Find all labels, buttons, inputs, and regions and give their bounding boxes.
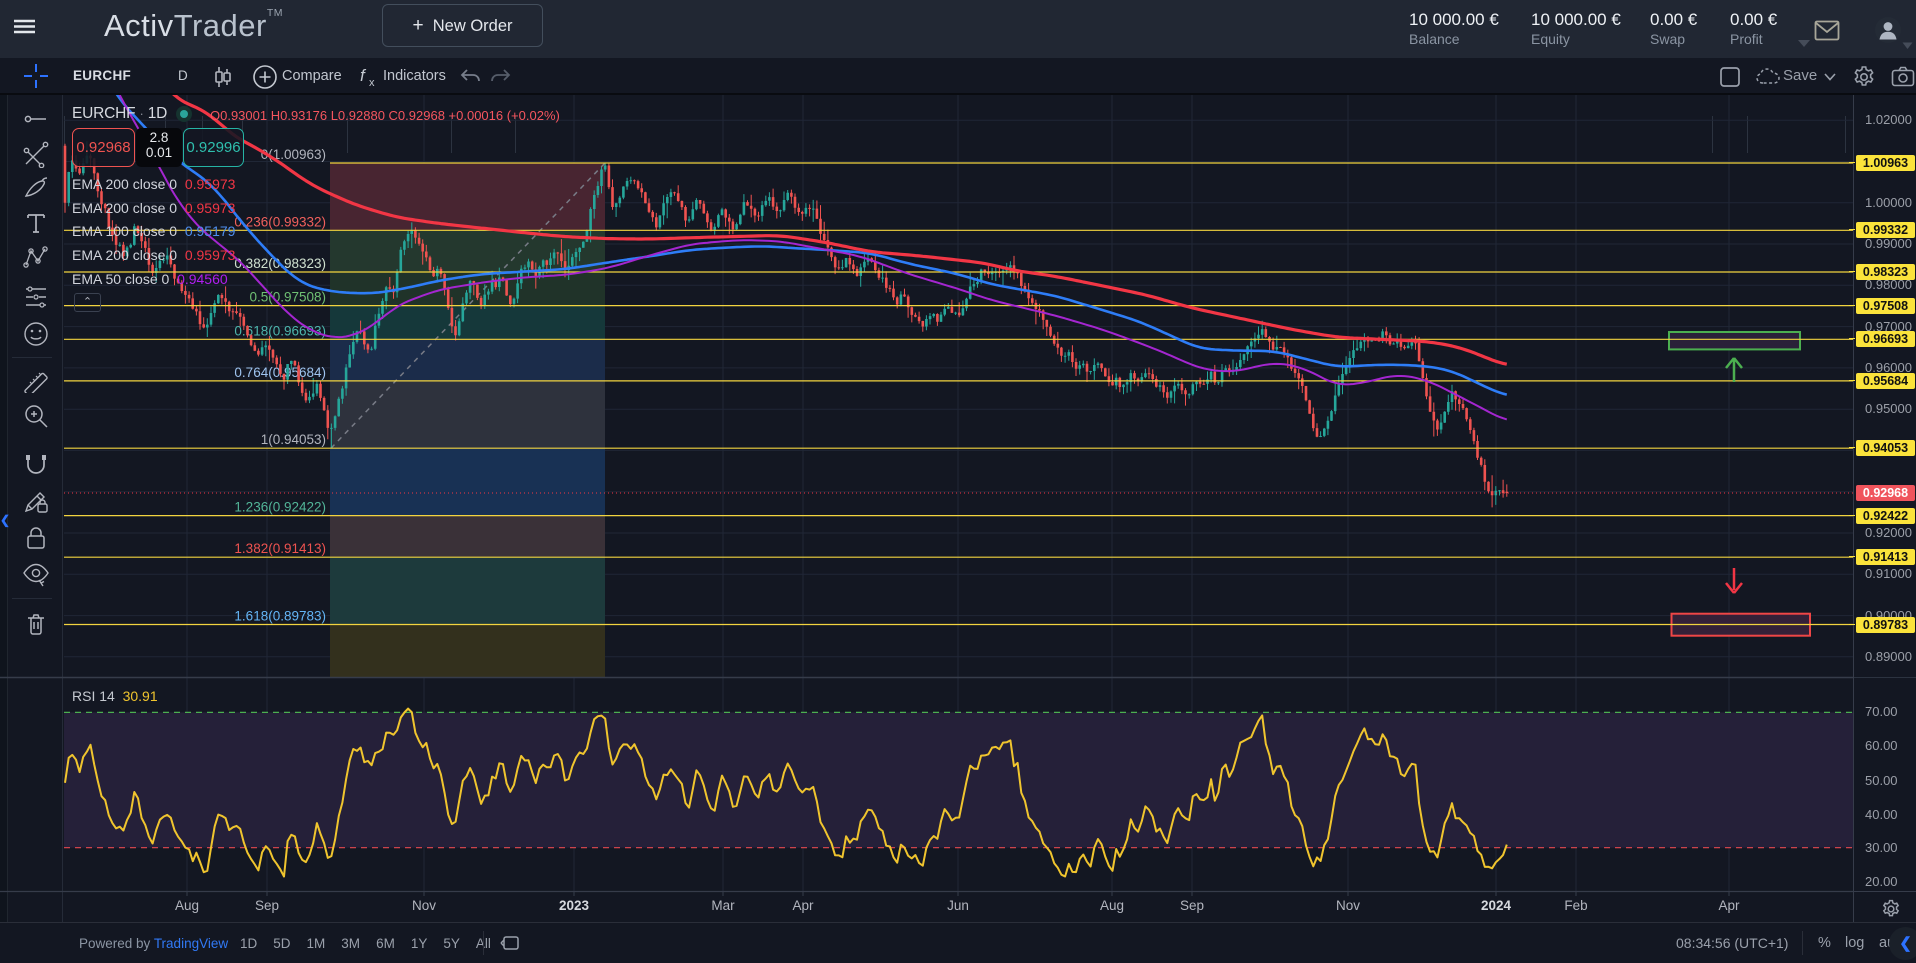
svg-text:Nov: Nov	[1336, 898, 1360, 913]
svg-text:0.382(0.98323): 0.382(0.98323)	[234, 256, 326, 271]
svg-text:f: f	[360, 66, 367, 85]
svg-text:Sep: Sep	[1180, 898, 1204, 913]
svg-text:2024: 2024	[1481, 898, 1512, 913]
svg-text:0(1.00963): 0(1.00963)	[261, 147, 326, 162]
svg-text:0.5(0.97508): 0.5(0.97508)	[249, 290, 326, 305]
svg-text:Aug: Aug	[175, 898, 199, 913]
svg-text:1.618(0.89783): 1.618(0.89783)	[234, 609, 326, 624]
svg-text:Apr: Apr	[792, 898, 814, 913]
svg-text:Feb: Feb	[1564, 898, 1587, 913]
svg-text:Mar: Mar	[711, 898, 735, 913]
svg-text:Apr: Apr	[1718, 898, 1740, 913]
svg-text:1.236(0.92422): 1.236(0.92422)	[234, 500, 326, 515]
svg-text:1(0.94053): 1(0.94053)	[261, 432, 326, 447]
svg-text:Aug: Aug	[1100, 898, 1124, 913]
svg-text:x: x	[369, 77, 375, 89]
svg-text:0.764(0.95684): 0.764(0.95684)	[234, 365, 326, 380]
svg-text:2023: 2023	[559, 898, 590, 913]
svg-text:Sep: Sep	[255, 898, 279, 913]
svg-text:Jun: Jun	[947, 898, 969, 913]
svg-text:0.236(0.99332): 0.236(0.99332)	[234, 214, 326, 229]
svg-text:Nov: Nov	[412, 898, 436, 913]
svg-text:1.382(0.91413): 1.382(0.91413)	[234, 541, 326, 556]
svg-text:0.618(0.96693): 0.618(0.96693)	[234, 323, 326, 338]
